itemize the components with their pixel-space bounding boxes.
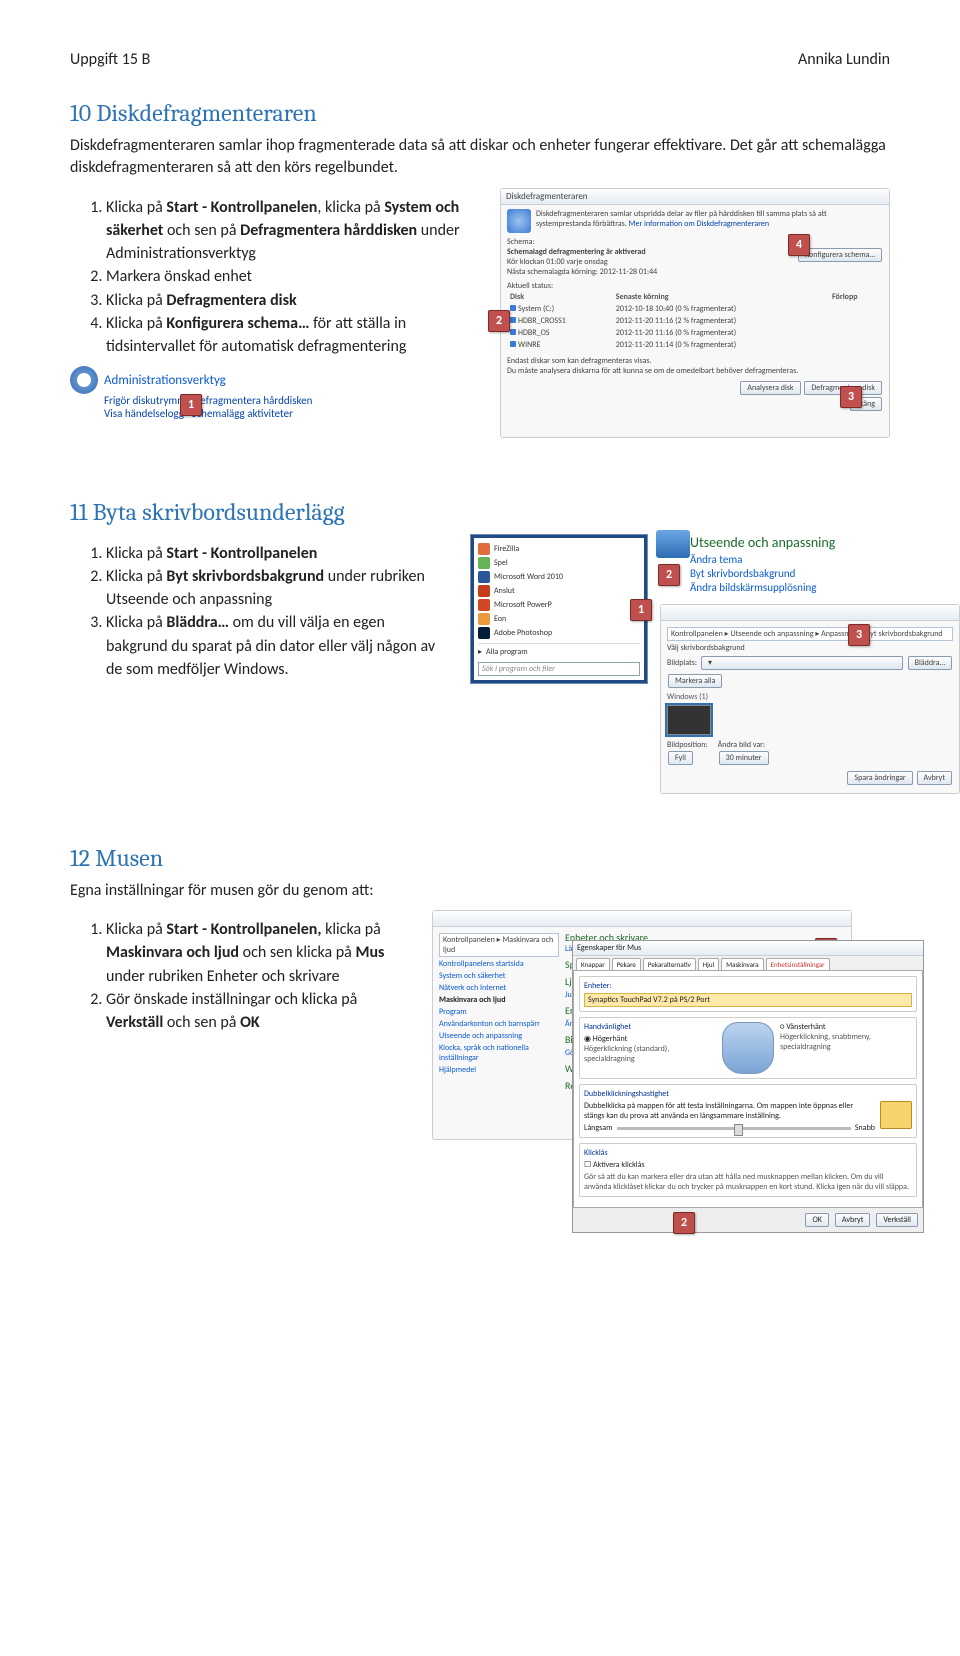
defrag-window: Diskdefragmenteraren Diskdefragmenterare… <box>500 188 890 438</box>
section-10-heading: 10 Diskdefragmenteraren <box>70 99 890 127</box>
start-search-input[interactable]: Sök i program och filer <box>478 662 640 676</box>
tab-wheel[interactable]: Hjul <box>698 958 719 970</box>
disk-row[interactable]: System (C:)2012-10-18 10:40 (0 % fragmen… <box>507 303 883 315</box>
folder-icon <box>880 1101 912 1129</box>
section-10-intro: Diskdefragmenteraren samlar ihop fragmen… <box>70 135 890 180</box>
analyze-button[interactable]: Analysera disk <box>740 381 800 395</box>
personalize-window: Kontrollpanelen ▸ Utseende och anpassnin… <box>660 604 960 794</box>
tab-buttons[interactable]: Knappar <box>576 958 610 970</box>
callout-2: 2 <box>673 1212 695 1234</box>
callout-1: 1 <box>180 394 202 416</box>
s11-step-1: Klicka på Start - Kontrollpanelen <box>106 542 450 565</box>
s10-step-4: Klicka på Konfigurera schema… för att st… <box>106 312 480 358</box>
callout-1: 1 <box>630 599 652 621</box>
browse-button[interactable]: Bläddra… <box>908 656 952 670</box>
link-theme[interactable]: Ändra tema <box>690 553 900 566</box>
s11-step-3: Klicka på Bläddra… om du vill välja en e… <box>106 611 450 681</box>
radio-right[interactable]: ◉ Högerhänt <box>584 1034 627 1044</box>
save-button[interactable]: Spara ändringar <box>847 771 912 785</box>
mouse-icon <box>722 1022 774 1074</box>
callout-2: 2 <box>658 564 680 586</box>
section-11-heading: 11 Byta skrivbordsunderlägg <box>70 498 890 526</box>
s12-step-2: Gör önskade inställningar och klicka på … <box>106 988 412 1034</box>
mouse-properties-dialog: Egenskaper för Mus Knappar Pekare Pekara… <box>572 940 924 1233</box>
disk-row[interactable]: HDBR_CROSS12012-11-20 11:16 (2 % fragmen… <box>507 315 883 327</box>
s10-step-3: Klicka på Defragmentera disk <box>106 289 480 312</box>
cancel-button[interactable]: Avbryt <box>835 1213 870 1227</box>
tab-device[interactable]: Enhetsinställningar <box>766 958 830 970</box>
section-12-intro: Egna inställningar för musen gör du geno… <box>70 880 890 902</box>
link-bg[interactable]: Byt skrivbordsbakgrund <box>690 567 900 580</box>
header-right: Annika Lundin <box>798 50 890 69</box>
clicklock-checkbox[interactable]: ☐ Aktivera klicklås <box>584 1160 645 1170</box>
callout-3: 3 <box>840 386 862 408</box>
tab-pointer-opt[interactable]: Pekaralternativ <box>643 958 696 970</box>
callout-2: 2 <box>488 310 510 332</box>
header-left: Uppgift 15 B <box>70 50 150 69</box>
start-menu: FireZilla Spel Microsoft Word 2010 Anslu… <box>470 534 648 684</box>
defrag-icon <box>507 209 531 233</box>
wallpaper-thumb[interactable] <box>667 705 711 735</box>
tab-hw[interactable]: Maskinvara <box>721 958 764 970</box>
link-res[interactable]: Ändra bildskärmsupplösning <box>690 581 900 594</box>
speed-slider[interactable] <box>617 1127 851 1130</box>
s11-step-2: Klicka på Byt skrivbordsbakgrund under r… <box>106 565 450 611</box>
admin-tools-snippet: Administrationsverktyg Frigör diskutrymm… <box>70 366 400 420</box>
s10-step-2: Markera önskad enhet <box>106 265 480 288</box>
radio-left[interactable]: ○ Vänsterhänt <box>780 1022 826 1032</box>
s10-step-1: Klicka på Start - Kontrollpanelen, klick… <box>106 196 480 266</box>
appearance-links: Utseende och anpassning Ändra tema Byt s… <box>660 534 900 594</box>
tab-pointer[interactable]: Pekare <box>612 958 641 970</box>
display-icon <box>656 530 690 558</box>
gear-icon <box>70 366 98 394</box>
ok-button[interactable]: OK <box>805 1213 828 1227</box>
s12-step-1: Klicka på Start - Kontrollpanelen, klick… <box>106 918 412 988</box>
apply-button[interactable]: Verkställ <box>876 1213 918 1227</box>
callout-3: 3 <box>848 624 870 646</box>
disk-row[interactable]: WINRE2012-11-20 11:14 (0 % fragmenterat) <box>507 339 883 351</box>
cancel-button[interactable]: Avbryt <box>917 771 952 785</box>
configure-schema-button[interactable]: Konfigurera schema… <box>798 248 882 262</box>
disk-row[interactable]: HDBR_OS2012-11-20 11:16 (0 % fragmentera… <box>507 327 883 339</box>
callout-4: 4 <box>788 234 810 256</box>
section-12-heading: 12 Musen <box>70 844 890 872</box>
